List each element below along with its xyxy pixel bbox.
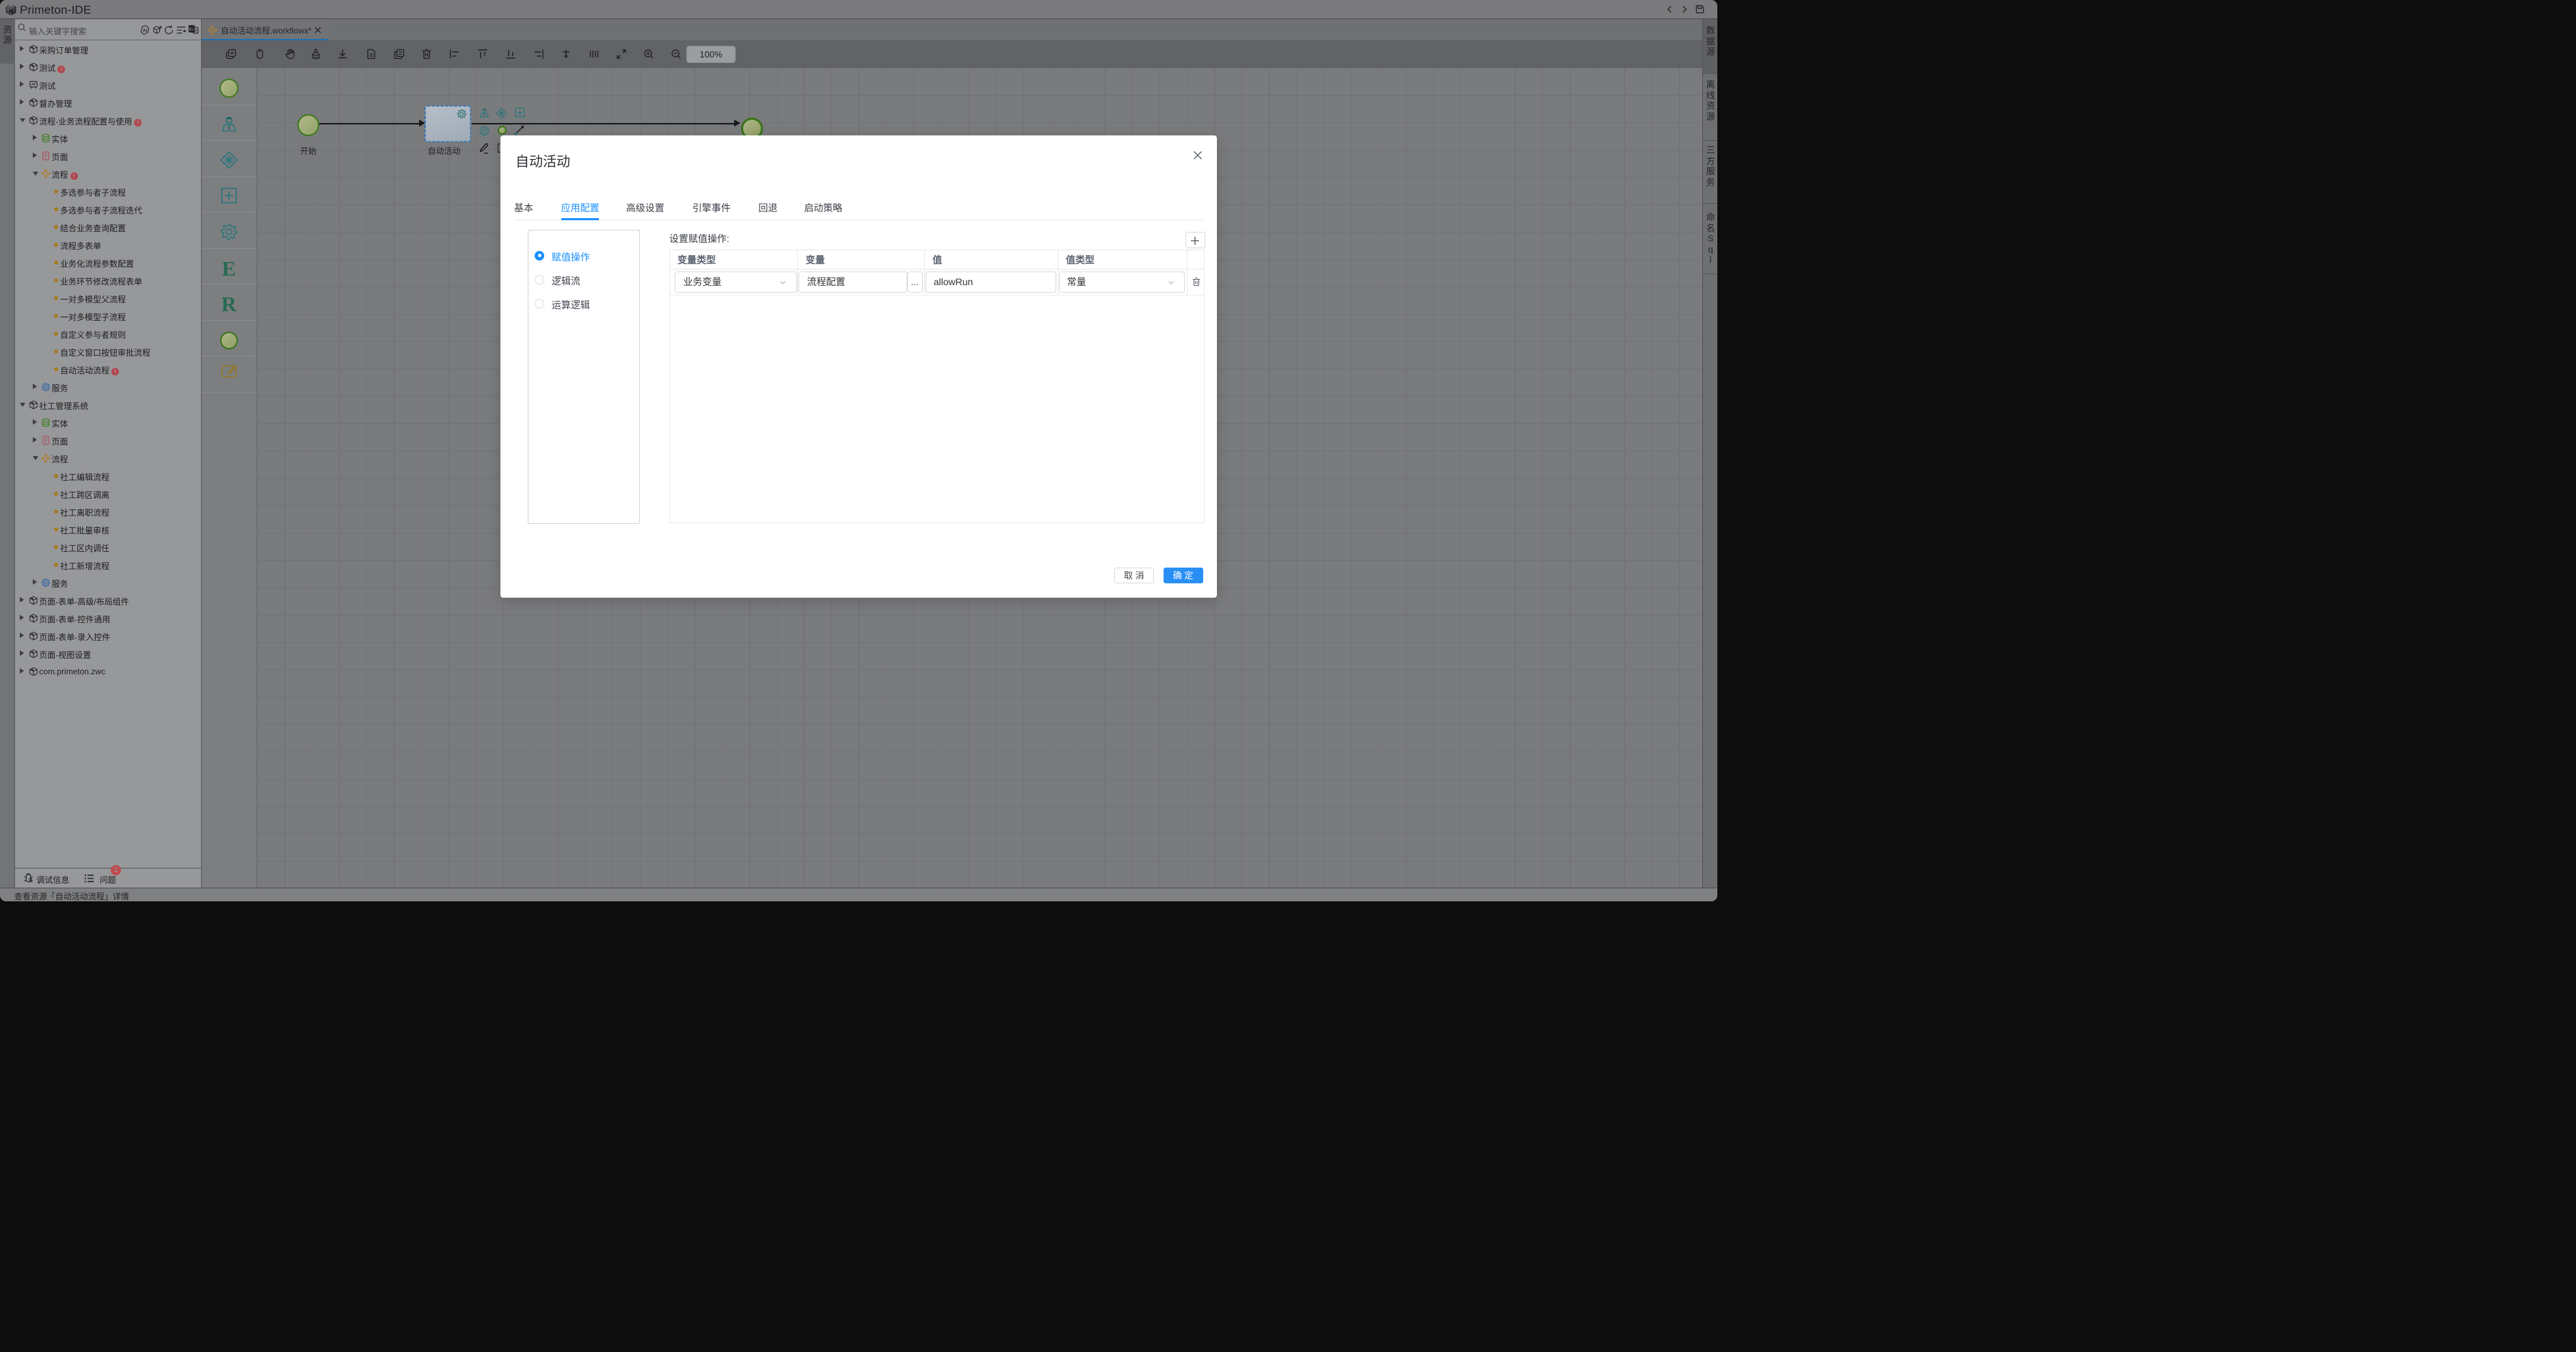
svg-text:AI: AI bbox=[142, 28, 147, 33]
svg-text:文: 文 bbox=[193, 27, 198, 34]
